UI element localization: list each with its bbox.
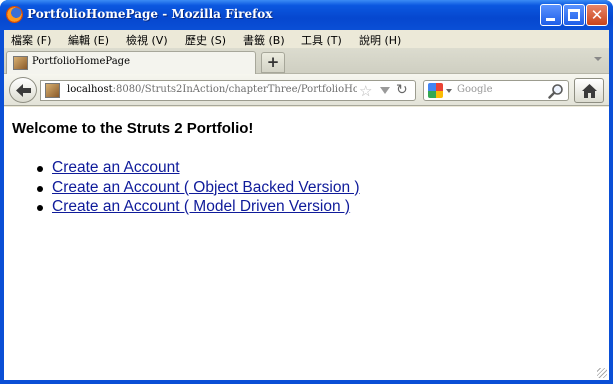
maximize-icon — [568, 9, 580, 21]
close-button[interactable]: ✕ — [586, 4, 608, 26]
page-favicon-icon — [13, 56, 28, 70]
url-path: :8080/Struts2InAction/chapterThree/Portf… — [112, 84, 357, 95]
list-item: Create an Account — [37, 159, 360, 179]
tab-list-dropdown-icon[interactable] — [594, 57, 602, 61]
reload-icon[interactable]: ↻ — [396, 82, 408, 98]
menu-history[interactable]: 歷史 (S) — [185, 32, 226, 48]
tab-portfolio-home[interactable]: PortfolioHomePage — [6, 51, 256, 74]
link-list: Create an Account Create an Account ( Ob… — [37, 159, 360, 218]
page-heading: Welcome to the Struts 2 Portfolio! — [12, 120, 254, 137]
maximize-button[interactable] — [563, 4, 585, 26]
create-account-object-backed-link[interactable]: Create an Account ( Object Backed Versio… — [52, 179, 360, 196]
url-bar[interactable]: localhost:8080/Struts2InAction/chapterTh… — [40, 80, 416, 101]
menu-bar: 檔案 (F) 編輯 (E) 檢視 (V) 歷史 (S) 書籤 (B) 工具 (T… — [4, 30, 609, 48]
list-item: Create an Account ( Model Driven Version… — [37, 198, 360, 218]
url-host: localhost — [67, 84, 113, 95]
close-icon: ✕ — [590, 6, 604, 24]
browser-window: PortfolioHomePage - Mozilla Firefox ✕ 檔案… — [0, 0, 613, 384]
url-text[interactable]: localhost:8080/Struts2InAction/chapterTh… — [67, 84, 357, 95]
resize-grip[interactable] — [597, 368, 607, 378]
minimize-icon — [546, 18, 555, 21]
client-area: 檔案 (F) 編輯 (E) 檢視 (V) 歷史 (S) 書籤 (B) 工具 (T… — [4, 30, 609, 380]
new-tab-icon: + — [266, 53, 280, 71]
minimize-button[interactable] — [540, 4, 562, 26]
dropdown-arrow-icon[interactable] — [380, 87, 390, 94]
back-button[interactable] — [9, 77, 37, 103]
menu-bookmarks[interactable]: 書籤 (B) — [243, 32, 285, 48]
menu-edit[interactable]: 編輯 (E) — [68, 32, 109, 48]
firefox-logo-icon — [6, 6, 23, 23]
search-placeholder: Google — [457, 84, 493, 95]
home-icon — [582, 84, 597, 98]
menu-tools[interactable]: 工具 (T) — [301, 32, 342, 48]
navigation-bar: localhost:8080/Struts2InAction/chapterTh… — [4, 74, 609, 106]
create-account-link[interactable]: Create an Account — [52, 159, 180, 176]
tab-label: PortfolioHomePage — [32, 56, 130, 67]
home-button[interactable] — [574, 78, 604, 103]
menu-view[interactable]: 檢視 (V) — [126, 32, 168, 48]
bookmark-star-icon[interactable]: ☆ — [359, 82, 372, 100]
list-item: Create an Account ( Object Backed Versio… — [37, 179, 360, 199]
title-bar[interactable]: PortfolioHomePage - Mozilla Firefox ✕ — [0, 0, 613, 30]
back-arrow-icon — [16, 84, 31, 97]
new-tab-button[interactable]: + — [261, 52, 285, 73]
search-bar[interactable]: Google — [423, 80, 569, 101]
search-magnifier-icon[interactable] — [548, 83, 564, 99]
search-engine-dropdown-icon[interactable] — [446, 89, 452, 93]
create-account-model-driven-link[interactable]: Create an Account ( Model Driven Version… — [52, 198, 350, 215]
page-content: Welcome to the Struts 2 Portfolio! Creat… — [4, 107, 609, 380]
tab-strip: PortfolioHomePage + — [4, 48, 609, 74]
menu-help[interactable]: 說明 (H) — [359, 32, 401, 48]
google-icon[interactable] — [428, 83, 443, 98]
window-title: PortfolioHomePage - Mozilla Firefox — [27, 7, 273, 21]
page-favicon-icon — [45, 83, 60, 98]
menu-file[interactable]: 檔案 (F) — [11, 32, 51, 48]
